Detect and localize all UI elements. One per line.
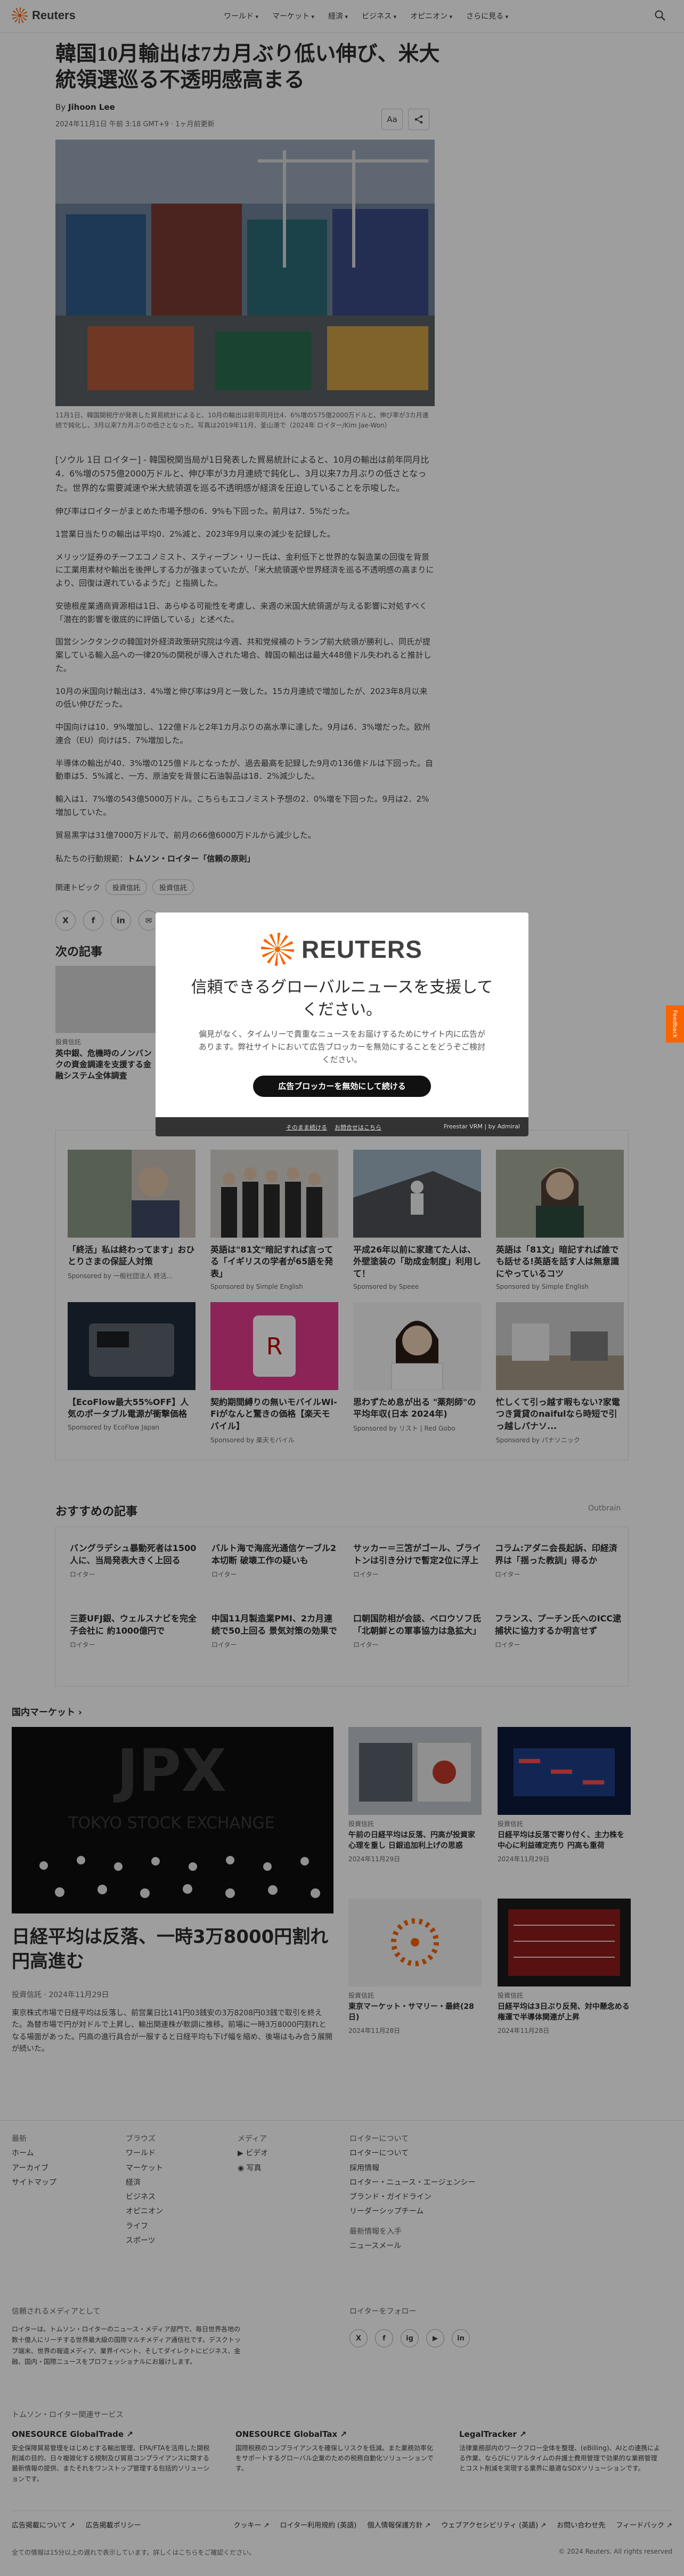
contact-link[interactable]: お問合せはこちら: [335, 1123, 381, 1132]
adblock-modal: REUTERS 信頼できるグローバルニュースを支援してください。 偏見がなく、タ…: [156, 912, 528, 1136]
modal-footer-bar: そのまま続ける お問合せはこちら Freestar VRM | by Admir…: [156, 1117, 528, 1136]
continue-link[interactable]: そのまま続ける: [286, 1123, 327, 1132]
modal-brand: Freestar VRM | by Admiral: [444, 1123, 520, 1130]
feedback-tab[interactable]: Feedback: [666, 1005, 684, 1043]
modal-overlay: [0, 0, 684, 2576]
modal-title: 信頼できるグローバルニュースを支援してください。: [191, 978, 493, 1019]
reuters-logo-icon: [261, 933, 294, 966]
modal-body: 偏見がなく、タイムリーで貴重なニュースをお届けするためにサイト内に広告があります…: [198, 1029, 486, 1064]
disable-adblock-button[interactable]: 広告ブロッカーを無効にして続ける: [253, 1076, 431, 1097]
modal-logo: REUTERS: [261, 933, 422, 966]
modal-logo-text: REUTERS: [302, 935, 422, 963]
